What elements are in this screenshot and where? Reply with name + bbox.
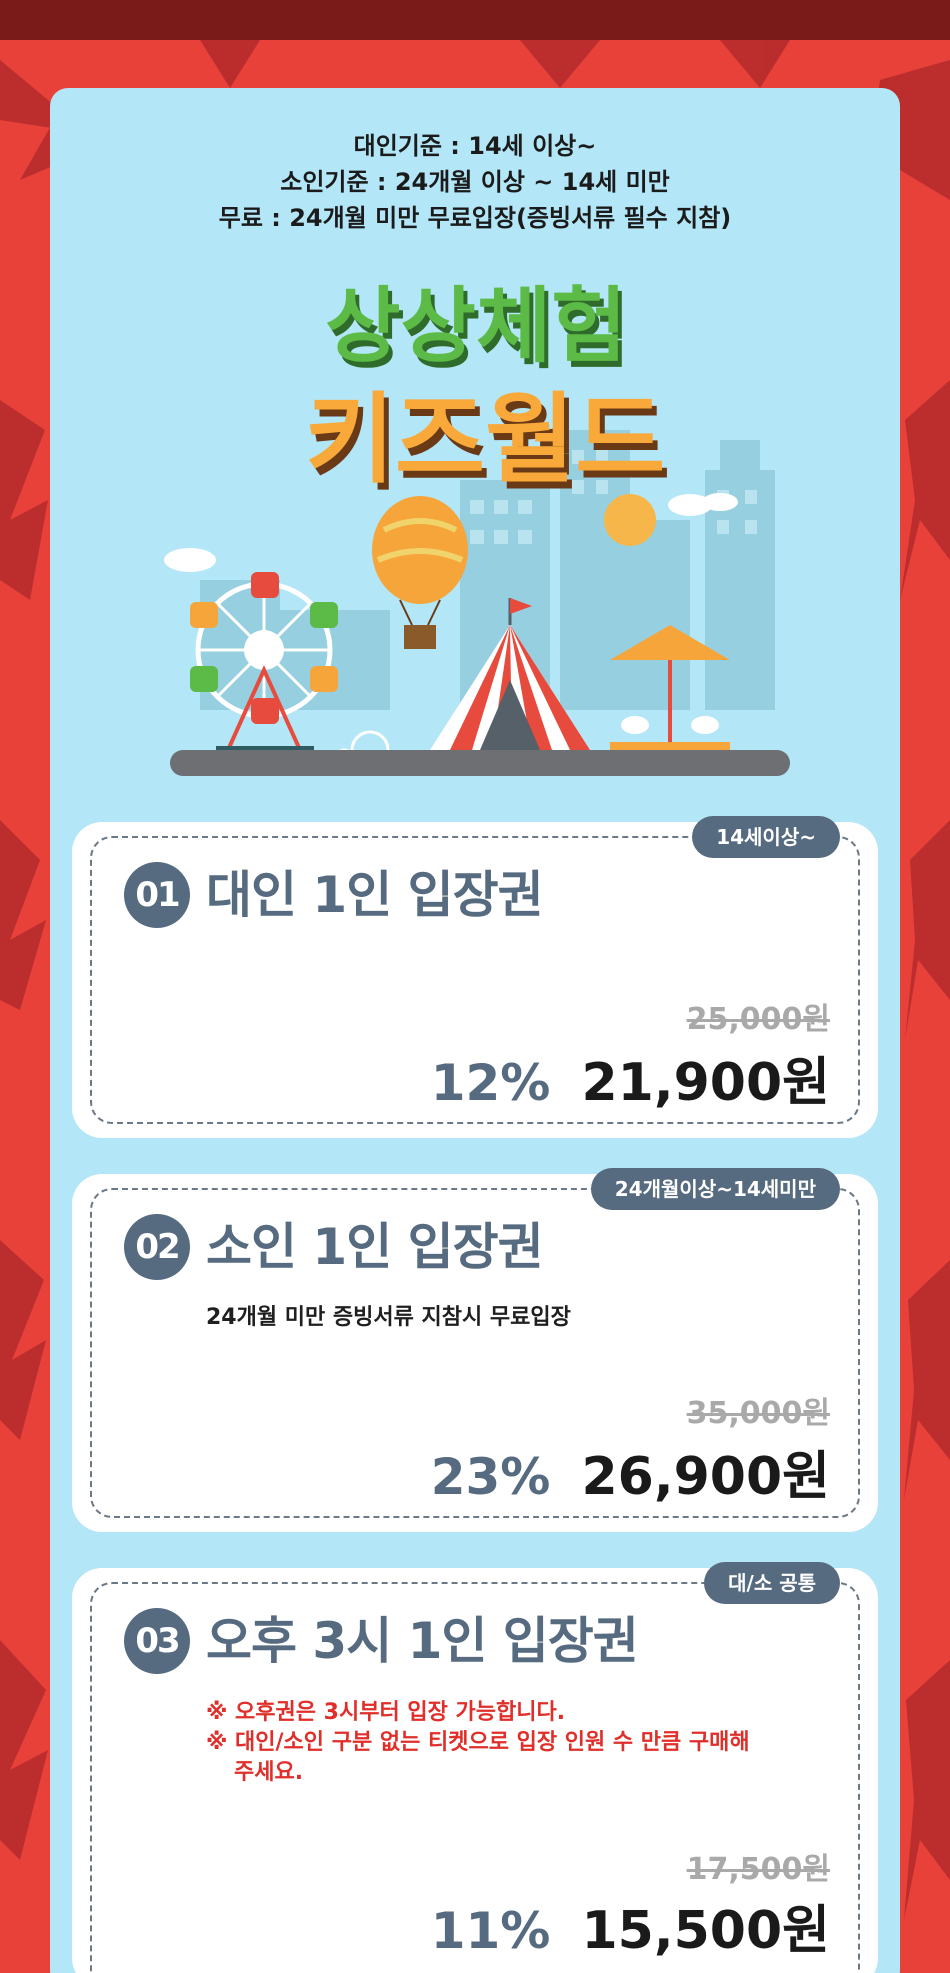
- ticket-card-adult[interactable]: 14세이상~ 01 대인 1인 입장권 25,000원 12% 21,900원: [72, 816, 878, 1138]
- ticket-title: 소인 1인 입장권: [206, 1218, 544, 1276]
- discount-rate: 12%: [430, 1054, 551, 1112]
- warning-line: ※ 오후권은 3시부터 입장 가능합니다.: [206, 1700, 566, 1725]
- sale-price: 26,900원: [581, 1447, 830, 1507]
- free-criteria: 무료 : 24개월 미만 무료입장(증빙서류 필수 지참): [218, 204, 732, 232]
- afternoon-ticket-warning: ※ 오후권은 3시부터 입장 가능합니다. ※ 대인/소인 구분 없는 티켓으로…: [206, 1698, 766, 1788]
- child-criteria: 소인기준 : 24개월 이상 ~ 14세 미만: [280, 168, 670, 196]
- age-badge: 24개월이상~14세미만: [590, 1168, 840, 1210]
- price-row: 23% 26,900원: [431, 1434, 830, 1509]
- discount-rate: 23%: [430, 1448, 551, 1506]
- discount-rate: 11%: [430, 1902, 551, 1960]
- age-badge: 14세이상~: [692, 816, 840, 858]
- original-price: 35,000원: [686, 1396, 830, 1431]
- adult-criteria: 대인기준 : 14세 이상~: [353, 132, 597, 160]
- ticket-number: 03: [124, 1608, 190, 1674]
- age-criteria: 대인기준 : 14세 이상~ 소인기준 : 24개월 이상 ~ 14세 미만 무…: [0, 128, 950, 236]
- sale-price: 15,500원: [581, 1901, 830, 1961]
- age-badge: 대/소 공통: [704, 1562, 840, 1604]
- ticket-card-child[interactable]: 24개월이상~14세미만 02 소인 1인 입장권 24개월 미만 증빙서류 지…: [72, 1168, 878, 1532]
- page: 대인기준 : 14세 이상~ 소인기준 : 24개월 이상 ~ 14세 미만 무…: [0, 0, 950, 1973]
- free-entry-note: 24개월 미만 증빙서류 지참시 무료입장: [206, 1305, 571, 1330]
- warning-line: ※ 대인/소인 구분 없는 티켓으로 입장 인원 수 만큼 구매해 주세요.: [206, 1730, 750, 1785]
- price-row: 11% 15,500원: [431, 1888, 830, 1963]
- kids-world-illustration: 상상체험 상상체험 키즈월드 키즈월드: [164, 280, 790, 776]
- ticket-number: 02: [124, 1214, 190, 1280]
- price-row: 12% 21,900원: [431, 1040, 830, 1115]
- original-price: 25,000원: [686, 1002, 830, 1037]
- original-price: 17,500원: [686, 1852, 830, 1887]
- ticket-title: 오후 3시 1인 입장권: [206, 1612, 639, 1670]
- svg-text:상상체험: 상상체험: [325, 280, 627, 374]
- ticket-card-afternoon[interactable]: 대/소 공통 03 오후 3시 1인 입장권 ※ 오후권은 3시부터 입장 가능…: [72, 1562, 878, 1973]
- ticket-title: 대인 1인 입장권: [206, 866, 544, 924]
- sale-price: 21,900원: [581, 1053, 830, 1113]
- svg-text:키즈월드: 키즈월드: [305, 383, 666, 497]
- ticket-number: 01: [124, 862, 190, 928]
